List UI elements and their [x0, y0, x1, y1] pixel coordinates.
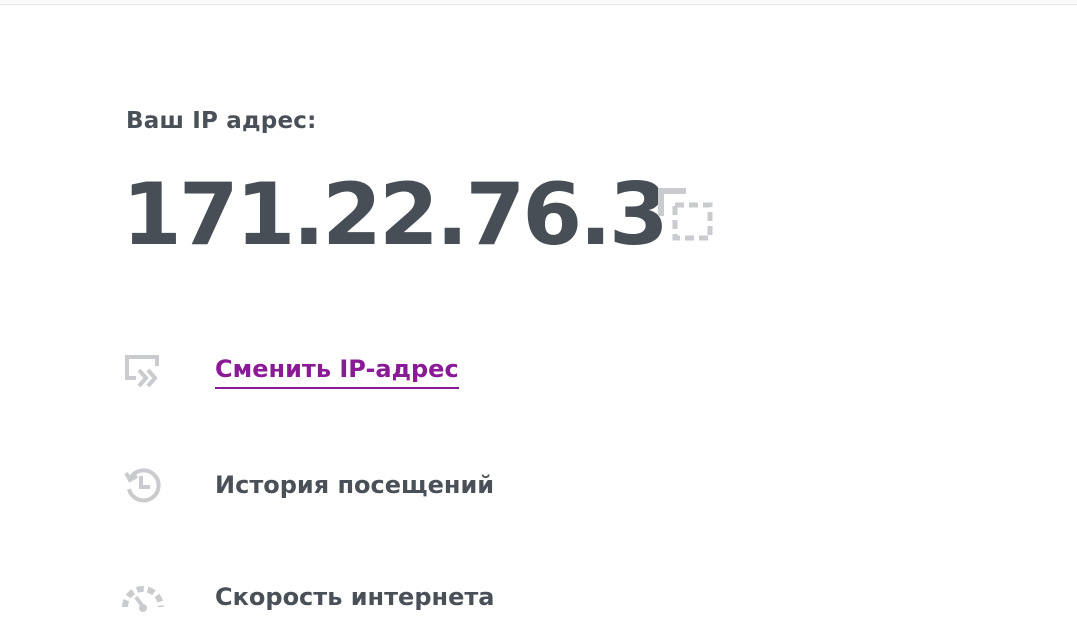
- menu-item-speed[interactable]: Скорость интернета: [120, 572, 494, 622]
- copy-icon: [658, 188, 713, 241]
- menu-item-history[interactable]: История посещений: [120, 460, 494, 510]
- history-icon: [120, 462, 166, 508]
- menu-label-history[interactable]: История посещений: [215, 471, 494, 499]
- menu-label-speed[interactable]: Скорость интернета: [215, 583, 494, 611]
- ip-address: 171.22.76.3: [122, 165, 669, 265]
- top-border: [0, 0, 1077, 5]
- ip-label: Ваш IP адрес:: [126, 108, 317, 134]
- change-ip-icon: [120, 349, 166, 395]
- menu-label-change-ip[interactable]: Сменить IP-адрес: [215, 355, 459, 389]
- speedometer-icon: [120, 574, 166, 620]
- copy-button[interactable]: [656, 186, 716, 244]
- menu-item-change-ip[interactable]: Сменить IP-адрес: [120, 347, 459, 397]
